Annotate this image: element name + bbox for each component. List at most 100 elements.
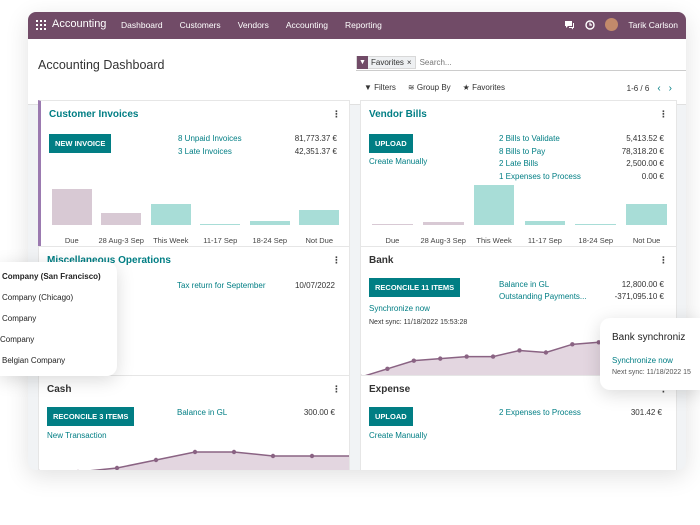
chat-icon[interactable]	[564, 20, 575, 30]
synchronize-link[interactable]: Synchronize now	[369, 304, 430, 313]
bills-to-validate-link[interactable]: 2 Bills to Validate	[499, 134, 560, 143]
upload-button[interactable]: UPLOAD	[369, 134, 413, 153]
popup-sync-link[interactable]: Synchronize now	[612, 356, 673, 365]
card-title[interactable]: Bank	[369, 255, 393, 266]
late-bills-link[interactable]: 2 Late Bills	[499, 159, 538, 168]
company-option[interactable]: Company	[2, 314, 36, 323]
search-facet[interactable]: ▼ Favorites ×	[356, 56, 416, 69]
chart-bar[interactable]	[372, 224, 413, 225]
chart-bar[interactable]	[299, 210, 340, 225]
chart-bar[interactable]	[101, 213, 142, 225]
kebab-menu-icon[interactable]: ⋮	[332, 109, 341, 120]
tax-return-date: 10/07/2022	[294, 281, 335, 290]
menu-accounting[interactable]: Accounting	[286, 20, 328, 30]
chart-category-label: This Week	[153, 236, 189, 245]
new-invoice-button[interactable]: NEW INVOICE	[49, 134, 112, 153]
chart-bar[interactable]	[150, 204, 191, 225]
top-navbar: Accounting Dashboard Customers Vendors A…	[28, 12, 686, 39]
data-point	[543, 350, 549, 355]
cash-balance-graph	[39, 449, 349, 470]
chart-category-label: 18-24 Sep	[578, 236, 614, 245]
menu-vendors[interactable]: Vendors	[238, 20, 269, 30]
layers-icon: ≋	[407, 83, 417, 92]
chart-category-label: This Week	[476, 236, 512, 245]
menu-reporting[interactable]: Reporting	[345, 20, 382, 30]
search-input[interactable]	[419, 58, 620, 67]
user-name[interactable]: Tarik Carlson	[628, 20, 678, 30]
user-avatar[interactable]	[605, 18, 619, 31]
chart-bar[interactable]	[249, 220, 290, 225]
chart-bar[interactable]	[422, 222, 464, 225]
menu-customers[interactable]: Customers	[180, 20, 221, 30]
filter-icon: ▼	[364, 83, 375, 92]
kebab-menu-icon[interactable]: ⋮	[332, 255, 341, 266]
page-title: Accounting Dashboard	[38, 58, 165, 72]
cash-balance-amount: 300.00 €	[303, 408, 335, 417]
bills-to-pay-link[interactable]: 8 Bills to Pay	[499, 147, 545, 156]
menu-dashboard[interactable]: Dashboard	[121, 20, 163, 30]
create-expense-link[interactable]: Create Manually	[369, 431, 427, 440]
pager: 1-6 / 6 ‹ ›	[627, 83, 672, 94]
card-title[interactable]: Cash	[47, 384, 71, 395]
unpaid-invoices-link[interactable]: 8 Unpaid Invoices	[178, 134, 242, 143]
outstanding-payments-amount: -371,095.10 €	[614, 292, 664, 301]
data-point	[517, 348, 522, 353]
kebab-menu-icon[interactable]: ⋮	[659, 255, 668, 266]
new-transaction-link[interactable]: New Transaction	[47, 431, 107, 440]
popup-next-sync: Next sync: 11/18/2022 15	[612, 369, 691, 376]
company-option[interactable]: Company	[0, 335, 34, 344]
expenses-to-process-amount: 0.00 €	[641, 172, 664, 181]
apps-grid-icon[interactable]	[36, 20, 46, 30]
expenses-process-link[interactable]: 2 Expenses to Process	[499, 408, 581, 417]
pager-value[interactable]: 1-6 / 6	[627, 84, 650, 93]
group-by-button[interactable]: ≋ Group By	[408, 83, 451, 92]
star-icon: ★	[462, 83, 473, 92]
close-icon[interactable]: ×	[407, 58, 415, 67]
reconcile-button[interactable]: RECONCILE 11 ITEMS	[369, 278, 461, 297]
company-option[interactable]: Company (San Francisco)	[2, 272, 101, 281]
clock-icon[interactable]	[585, 19, 596, 30]
data-point	[490, 354, 496, 359]
create-manually-link[interactable]: Create Manually	[369, 157, 427, 166]
cash-balance-link[interactable]: Balance in GL	[177, 408, 227, 417]
chart-bar[interactable]	[51, 189, 92, 225]
bank-sync-popup: Bank synchroniz Synchronize now Next syn…	[600, 318, 700, 390]
facet-label: Favorites	[371, 58, 404, 67]
tax-return-link[interactable]: Tax return for September	[177, 281, 265, 290]
chart-category-label: Not Due	[305, 236, 333, 245]
app-window: Accounting Dashboard Customers Vendors A…	[28, 12, 686, 470]
reconcile-cash-button[interactable]: RECONCILE 3 ITEMS	[47, 407, 135, 426]
card-title[interactable]: Expense	[369, 384, 410, 395]
kebab-menu-icon[interactable]: ⋮	[659, 109, 668, 120]
kebab-menu-icon[interactable]: ⋮	[332, 384, 341, 395]
card-title[interactable]: Vendor Bills	[369, 109, 427, 120]
chart-bar[interactable]	[200, 223, 241, 225]
chart-category-label: Not Due	[632, 236, 661, 245]
popup-title: Bank synchroniz	[612, 332, 686, 343]
chevron-right-icon[interactable]: ›	[669, 83, 672, 94]
favorites-button[interactable]: ★ Favorites	[463, 83, 505, 92]
app-name[interactable]: Accounting	[52, 18, 106, 30]
company-option[interactable]: Belgian Company	[2, 356, 65, 365]
chart-bar[interactable]	[626, 204, 667, 225]
expenses-to-process-link[interactable]: 1 Expenses to Process	[499, 172, 581, 181]
expenses-process-amount: 301.42 €	[630, 408, 662, 417]
cash-card: Cash ⋮ RECONCILE 3 ITEMS New Transaction…	[38, 375, 350, 470]
chart-bar[interactable]	[524, 220, 566, 225]
chevron-left-icon[interactable]: ‹	[657, 83, 660, 94]
data-point	[153, 457, 159, 463]
filters-button[interactable]: ▼ Filters	[364, 83, 396, 92]
chart-bar[interactable]	[473, 185, 515, 225]
data-point	[411, 358, 417, 363]
chart-bar[interactable]	[575, 224, 617, 225]
data-point	[114, 465, 120, 470]
upload-expense-button[interactable]: UPLOAD	[369, 407, 413, 426]
customer-invoices-card: Customer Invoices ⋮ NEW INVOICE 8 Unpaid…	[38, 100, 350, 252]
card-title[interactable]: Customer Invoices	[49, 109, 138, 120]
bills-bar-chart	[367, 185, 670, 225]
company-option[interactable]: Company (Chicago)	[2, 293, 73, 302]
search-options: ▼ Filters ≋ Group By ★ Favorites	[364, 83, 505, 92]
outstanding-payments-link[interactable]: Outstanding Payments...	[499, 292, 587, 301]
balance-gl-link[interactable]: Balance in GL	[499, 280, 549, 289]
late-invoices-link[interactable]: 3 Late Invoices	[178, 147, 232, 156]
